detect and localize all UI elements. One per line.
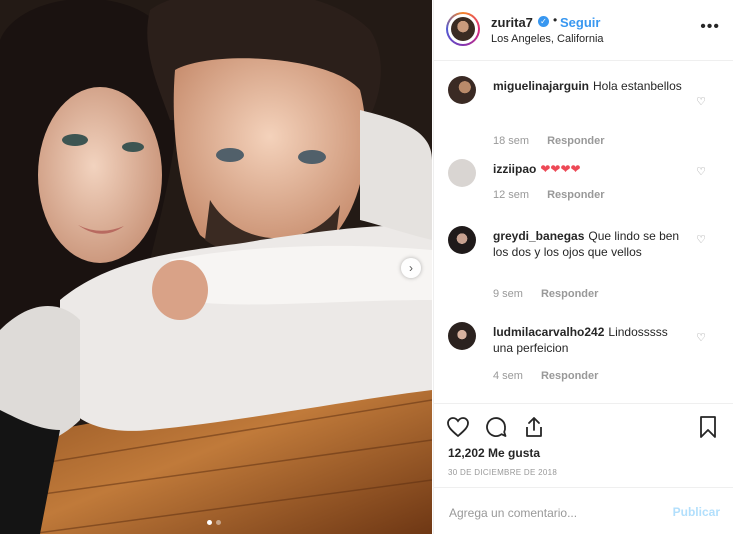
photo-illustration <box>0 0 432 534</box>
comment-time[interactable]: 18 sem <box>493 135 529 147</box>
chevron-right-icon: › <box>409 261 413 275</box>
comment-text: ❤❤❤❤ <box>540 162 581 176</box>
carousel-dot <box>216 520 221 525</box>
comment-meta: 9 sem Responder <box>493 288 616 300</box>
comment-username[interactable]: miguelinajarguin <box>493 79 589 93</box>
comment-username[interactable]: ludmilacarvalho242 <box>493 325 604 339</box>
comment-time[interactable]: 12 sem <box>493 189 529 201</box>
reply-button[interactable]: Responder <box>541 288 598 300</box>
comment-time[interactable]: 9 sem <box>493 288 523 300</box>
likes-count[interactable]: 12,202 Me gusta <box>448 446 540 460</box>
comment-avatar[interactable] <box>448 322 476 350</box>
verified-badge-icon: ✓ <box>538 16 549 27</box>
comment-body: izziipao ❤❤❤❤ <box>493 161 689 177</box>
comment-meta: 12 sem Responder <box>493 189 623 201</box>
comment-username[interactable]: greydi_banegas <box>493 229 584 243</box>
post-modal: › zurita7 ✓ • Seguir Los Angeles, Califo… <box>0 0 733 534</box>
like-comment-heart-icon[interactable]: ♡ <box>696 331 706 344</box>
post-date[interactable]: 30 DE DICIEMBRE DE 2018 <box>448 468 557 477</box>
next-photo-button[interactable]: › <box>401 258 421 278</box>
comments-list: miguelinajarguin Hola estanbellos 18 sem R… <box>434 61 733 403</box>
comment-meta: 18 sem Responder <box>493 135 623 147</box>
comment-avatar[interactable] <box>448 159 476 187</box>
comment-meta: 4 sem Responder <box>493 370 616 382</box>
post-header: zurita7 ✓ • Seguir Los Angeles, Californ… <box>434 0 733 61</box>
post-location[interactable]: Los Angeles, California <box>491 33 604 45</box>
comment-text: Hola estanbellos <box>593 79 682 93</box>
more-options-icon[interactable]: ••• <box>700 18 720 36</box>
comment-avatar[interactable] <box>448 226 476 254</box>
comment-icon[interactable] <box>484 415 508 439</box>
comment-input[interactable] <box>447 502 661 524</box>
reply-button[interactable]: Responder <box>547 135 604 147</box>
add-comment-section: Publicar <box>434 487 733 536</box>
action-bar <box>446 415 546 439</box>
carousel-dot-active <box>207 520 212 525</box>
post-photo[interactable]: › <box>0 0 432 534</box>
reply-button[interactable]: Responder <box>541 370 598 382</box>
carousel-indicator <box>207 520 221 525</box>
comment-time[interactable]: 4 sem <box>493 370 523 382</box>
like-comment-heart-icon[interactable]: ♡ <box>696 233 706 246</box>
comment-avatar[interactable] <box>448 76 476 104</box>
comment-body: miguelinajarguin Hola estanbellos <box>493 78 689 94</box>
header-separator: • <box>553 13 558 27</box>
heart-icon[interactable] <box>446 415 470 439</box>
share-icon[interactable] <box>522 415 546 439</box>
comment-body: greydi_banegas Que lindo se ben los dos y… <box>493 228 689 260</box>
like-comment-heart-icon[interactable]: ♡ <box>696 95 706 108</box>
author-username[interactable]: zurita7 <box>491 15 533 30</box>
like-comment-heart-icon[interactable]: ♡ <box>696 165 706 178</box>
bookmark-icon[interactable] <box>696 415 720 439</box>
follow-button[interactable]: Seguir <box>560 15 600 30</box>
author-avatar[interactable] <box>446 12 480 46</box>
publish-button[interactable]: Publicar <box>673 505 720 519</box>
reply-button[interactable]: Responder <box>547 189 604 201</box>
comment-body: ludmilacarvalho242 Lindosssss una perfeic… <box>493 324 689 356</box>
comment-username[interactable]: izziipao <box>493 162 536 176</box>
post-actions: 12,202 Me gusta 30 DE DICIEMBRE DE 2018 … <box>434 403 733 535</box>
post-sidebar: zurita7 ✓ • Seguir Los Angeles, Californ… <box>433 0 733 534</box>
